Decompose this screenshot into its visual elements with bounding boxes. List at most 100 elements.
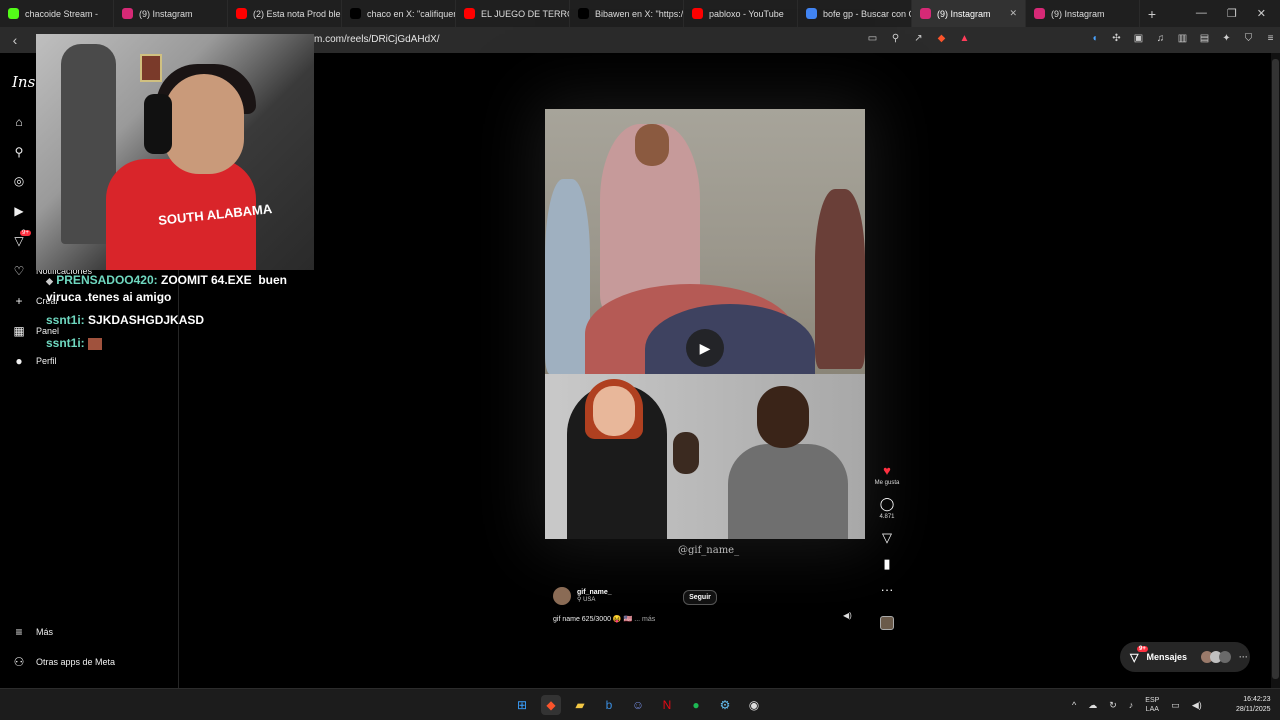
tab-title: EL JUEGO DE TERROR xyxy=(481,8,569,19)
sidebar-item-label: Más xyxy=(36,627,54,637)
sidebar-item-more[interactable]: ≡ Más xyxy=(12,625,53,639)
close-window-icon[interactable]: ✕ xyxy=(1257,7,1266,20)
share-icon[interactable]: ↗ xyxy=(912,32,925,45)
browser-tab[interactable]: (9) Instagram xyxy=(114,0,228,27)
profile-avatar-icon: ● xyxy=(15,354,23,368)
wallet-icon[interactable]: ▤ xyxy=(1198,32,1211,45)
steam-icon[interactable]: ⚙ xyxy=(715,695,735,715)
minimize-icon[interactable]: — xyxy=(1196,7,1207,20)
tab-favicon-icon xyxy=(236,8,247,19)
browser-tab[interactable]: pabloxo - YouTube xyxy=(684,0,798,27)
tab-title: (9) Instagram xyxy=(139,8,193,19)
caption-more-link[interactable]: ... más xyxy=(634,616,655,623)
tab-title: (9) Instagram xyxy=(1051,8,1105,19)
sidebar-item-meta-apps[interactable]: ⚇ Otras apps de Meta xyxy=(12,655,115,669)
keyboard-layout: LAA xyxy=(1145,706,1159,713)
windows-start-icon[interactable]: ⊞ xyxy=(512,695,532,715)
share-button[interactable]: ▽ xyxy=(882,530,892,546)
volume-icon[interactable]: ◀) xyxy=(1192,700,1202,711)
sidebar-item-explore[interactable]: ◎ xyxy=(12,174,26,188)
sidebar-item-messages[interactable]: ▽ 9+ xyxy=(12,230,31,248)
media-icon[interactable]: ♫ xyxy=(1154,32,1167,45)
language-indicator[interactable]: ESP LAA xyxy=(1145,696,1159,714)
author-name[interactable]: gif_name_ xyxy=(577,589,612,596)
author-avatar[interactable] xyxy=(553,587,571,605)
browser-tab[interactable]: chaco en X: "califiquen xyxy=(342,0,456,27)
screenshot-icon[interactable]: ▣ xyxy=(1132,32,1145,45)
audio-thumbnail[interactable] xyxy=(880,616,894,630)
tab-close-icon[interactable]: ✕ xyxy=(1009,8,1017,19)
messages-button[interactable]: ▽ 9+ Mensajes ··· xyxy=(1120,642,1250,672)
tab-favicon-icon xyxy=(350,8,361,19)
restore-icon[interactable]: ❐ xyxy=(1227,7,1237,20)
browser-tab[interactable]: chacoide Stream - xyxy=(0,0,114,27)
display-icon[interactable]: ▭ xyxy=(1171,700,1180,711)
audio-icon[interactable]: ◖ xyxy=(1088,32,1101,45)
contact-avatars xyxy=(1201,651,1231,663)
spotify-icon[interactable]: ● xyxy=(686,695,706,715)
netflix-icon[interactable]: N xyxy=(657,695,677,715)
brave-shield-icon[interactable]: ◆ xyxy=(935,32,948,45)
more-options-button[interactable]: ··· xyxy=(881,582,894,597)
kid-figure xyxy=(815,189,865,369)
browser-tab[interactable]: (2) Esta nota Prod ble: xyxy=(228,0,342,27)
brave-rewards-icon[interactable]: ▲ xyxy=(958,32,971,45)
new-tab-button[interactable]: + xyxy=(1140,6,1164,22)
zoom-icon[interactable]: ⚲ xyxy=(889,32,902,45)
tab-title: chacoide Stream - xyxy=(25,8,99,19)
wall-picture xyxy=(140,54,162,82)
scrollbar-thumb[interactable] xyxy=(1272,59,1279,679)
browser-tab-bar: chacoide Stream - (9) Instagram (2) Esta n… xyxy=(0,0,1280,27)
cast-icon[interactable]: ▭ xyxy=(866,32,879,45)
play-button[interactable]: ▶ xyxy=(686,329,724,367)
extensions-icon[interactable]: ✣ xyxy=(1110,32,1123,45)
ellipsis-icon: ··· xyxy=(880,582,894,597)
vpn-icon[interactable]: ⛉ xyxy=(1242,32,1255,45)
browser-tab[interactable]: EL JUEGO DE TERROR xyxy=(456,0,570,27)
chevron-up-icon[interactable]: ^ xyxy=(1072,700,1076,710)
reel-author[interactable]: gif_name_ ⚲ USA xyxy=(553,587,612,605)
save-button[interactable]: ▮ xyxy=(883,556,890,572)
sidebar-item-search[interactable]: ⚲ xyxy=(12,145,26,159)
chat-message: ssnt1i: SJKDASHGDJKASD xyxy=(46,312,204,328)
system-clock[interactable]: 16:42:23 28/11/2025 xyxy=(1236,695,1271,715)
like-button[interactable]: ♥ Me gusta xyxy=(875,463,900,486)
discord-icon[interactable]: ☺ xyxy=(628,695,648,715)
caption-text: gif name 625/3000 😝 🇺🇸 xyxy=(553,616,633,623)
mute-icon[interactable]: ◀) xyxy=(843,611,852,620)
reel-video[interactable]: ▶ xyxy=(545,109,865,539)
obs-icon[interactable]: ◉ xyxy=(744,695,764,715)
url-text[interactable]: m.com/reels/DRiCjGdAHdX/ xyxy=(314,34,440,45)
tab-title: (2) Esta nota Prod ble: xyxy=(253,8,342,19)
file-explorer-icon[interactable]: ▰ xyxy=(570,695,590,715)
comment-button[interactable]: ◯ 4.871 xyxy=(879,496,894,520)
sidebar-toggle-icon[interactable]: ▥ xyxy=(1176,32,1189,45)
page-scrollbar[interactable] xyxy=(1271,53,1280,688)
browser-tab[interactable]: (9) Instagram xyxy=(1026,0,1140,27)
man-face xyxy=(757,386,809,448)
streamer-face xyxy=(164,74,244,174)
follow-button[interactable]: Seguir xyxy=(683,590,717,605)
browser-tab[interactable]: (9) Instagram ✕ xyxy=(912,0,1026,27)
brave-browser-icon[interactable]: ◆ xyxy=(541,695,561,715)
cloud-icon[interactable]: ☁ xyxy=(1088,700,1097,711)
menu-icon[interactable]: ≡ xyxy=(1264,32,1277,45)
hamburger-icon: ≡ xyxy=(15,625,23,639)
leo-icon[interactable]: ✦ xyxy=(1220,32,1233,45)
chat-username: ssnt1i: xyxy=(46,313,85,327)
browser-tab[interactable]: Bibawen en X: "https:// xyxy=(570,0,684,27)
back-icon[interactable]: ‹ xyxy=(0,32,30,48)
microphone-icon[interactable]: ♪ xyxy=(1129,700,1134,710)
author-location[interactable]: USA xyxy=(583,597,595,603)
reel-actions: ♥ Me gusta ◯ 4.871 ▽ ▮ ··· xyxy=(873,463,901,597)
chat-user-icon: ◆ xyxy=(46,276,53,286)
sidebar-item-home[interactable]: ⌂ xyxy=(12,115,26,129)
browser-tab[interactable]: bofe gp - Buscar con G xyxy=(798,0,912,27)
bing-icon[interactable]: b xyxy=(599,695,619,715)
chat-message: ssnt1i: xyxy=(46,335,103,351)
sync-icon[interactable]: ↻ xyxy=(1109,700,1117,711)
sidebar-item-reels[interactable]: ▶ xyxy=(12,204,26,218)
sidebar-item-profile[interactable]: ● Perfil xyxy=(12,354,56,368)
instagram-page: Insta ⌂ ⚲ ◎ ▶ ▽ 9+ ♡ Notificaciones + Crea… xyxy=(0,34,1280,688)
kid-face xyxy=(635,124,669,166)
